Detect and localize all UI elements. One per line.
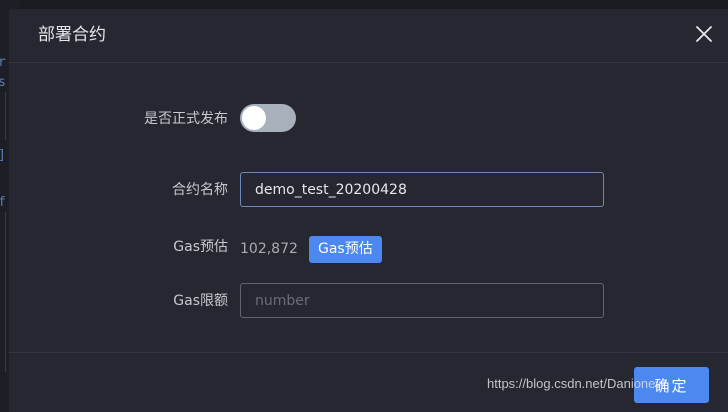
dialog-title: 部署合约 (38, 25, 106, 45)
footer-divider (9, 352, 728, 353)
editor-guide (5, 92, 6, 140)
close-button[interactable] (692, 22, 716, 46)
gas-estimate-value: 102,872 (240, 241, 298, 257)
gas-limit-label: Gas限额 (173, 293, 228, 309)
contract-name-label: 合约名称 (172, 182, 228, 198)
editor-glyph: f (0, 195, 6, 210)
editor-glyph: ] (0, 148, 6, 163)
deploy-contract-dialog: 部署合约 是否正式发布 合约名称 Gas预估 102,872 Gas预估 Gas… (9, 9, 728, 412)
official-release-label: 是否正式发布 (144, 111, 228, 127)
close-icon (696, 26, 712, 42)
editor-glyph: r (0, 55, 6, 70)
gas-estimate-label: Gas预估 (173, 239, 228, 255)
gas-limit-input[interactable] (240, 283, 604, 318)
watermark: https://blog.csdn.net/Danionew (487, 376, 665, 391)
gas-estimate-button[interactable]: Gas预估 (309, 236, 382, 263)
editor-guide (5, 212, 6, 372)
toggle-knob (242, 106, 266, 130)
dialog-header: 部署合约 (9, 9, 728, 63)
contract-name-input[interactable] (240, 172, 604, 207)
official-release-toggle[interactable] (240, 104, 296, 132)
editor-glyph: s (0, 75, 6, 90)
